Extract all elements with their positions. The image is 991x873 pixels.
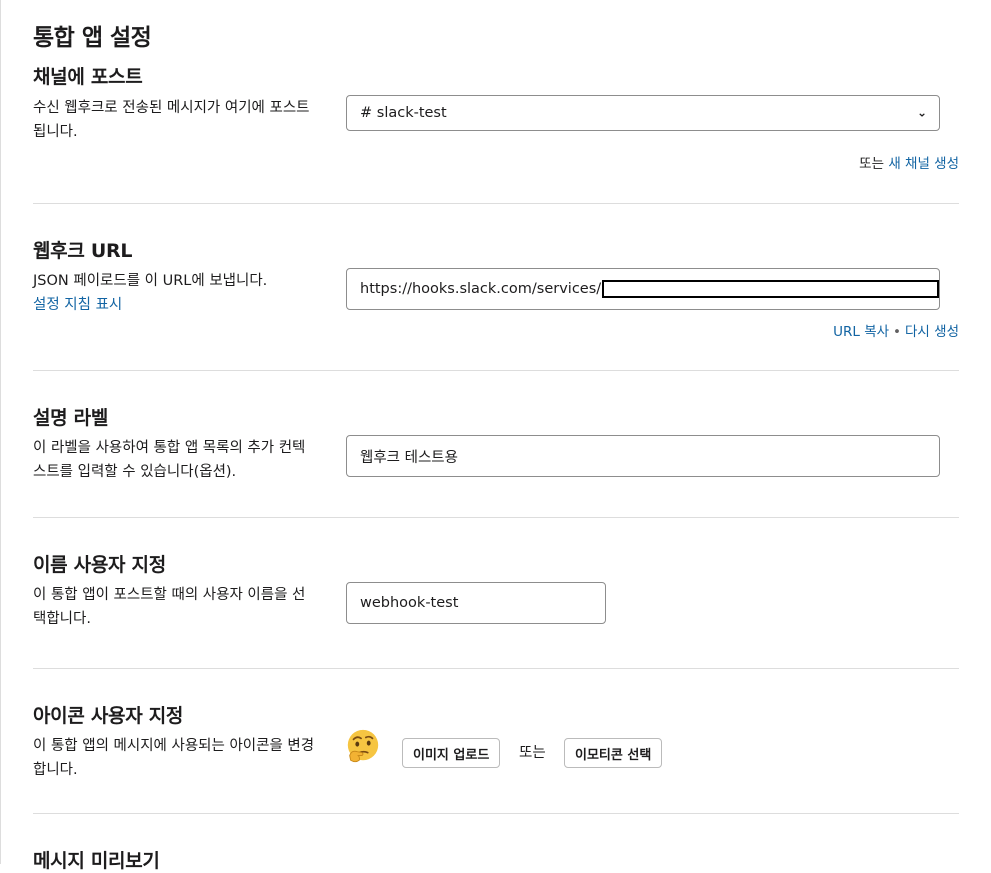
post-to-channel-description: 수신 웹후크로 전송된 메시지가 여기에 포스트됩니다. <box>33 100 310 140</box>
custom-name-description: 이 통합 앱이 포스트할 때의 사용자 이름을 선택합니다. <box>33 587 306 627</box>
channel-select[interactable]: # slack-test ⌄ <box>346 95 940 131</box>
custom-name-input[interactable]: webhook-test <box>346 582 606 624</box>
create-channel-row: 또는 새 채널 생성 <box>859 152 959 172</box>
setup-instructions-link[interactable]: 설정 지침 표시 <box>33 297 122 313</box>
post-to-channel-heading: 채널에 포스트 <box>33 66 143 88</box>
regenerate-link[interactable]: 다시 생성 <box>905 324 959 340</box>
webhook-url-heading: 웹후크 URL <box>33 240 133 262</box>
channel-select-value: # slack-test <box>360 105 447 121</box>
upload-image-button[interactable]: 이미지 업로드 <box>402 738 501 768</box>
divider <box>33 370 959 371</box>
redacted-token <box>602 280 939 298</box>
divider <box>33 668 959 669</box>
webhook-url-field[interactable]: https://hooks.slack.com/services/ <box>346 268 940 310</box>
or-text: 또는 <box>859 156 885 172</box>
custom-icon-heading: 아이콘 사용자 지정 <box>33 705 184 727</box>
divider <box>33 203 959 204</box>
divider <box>33 517 959 518</box>
webhook-url-value: https://hooks.slack.com/services/ <box>360 281 602 297</box>
descriptive-label-value: 웹후크 테스트용 <box>360 449 458 466</box>
choose-emoji-button[interactable]: 이모티콘 선택 <box>564 738 663 768</box>
separator-dot: • <box>893 324 902 340</box>
thinking-face-icon <box>347 729 379 763</box>
custom-name-value: webhook-test <box>360 595 459 611</box>
descriptive-label-input[interactable]: 웹후크 테스트용 <box>346 435 940 477</box>
chevron-down-icon: ⌄ <box>916 105 927 120</box>
custom-icon-description: 이 통합 앱의 메시지에 사용되는 아이콘을 변경합니다. <box>33 738 315 778</box>
webhook-url-description: JSON 페이로드를 이 URL에 보냅니다. 설정 지침 표시 <box>33 269 318 317</box>
descriptive-label-description: 이 라벨을 사용하여 통합 앱 목록의 추가 컨텍스트를 입력할 수 있습니다(… <box>33 440 306 480</box>
copy-url-link[interactable]: URL 복사 <box>833 324 889 340</box>
divider <box>33 813 959 814</box>
create-channel-link[interactable]: 새 채널 생성 <box>888 156 959 172</box>
message-preview-heading: 메시지 미리보기 <box>33 850 160 872</box>
or-text: 또는 <box>519 745 546 761</box>
custom-name-heading: 이름 사용자 지정 <box>33 554 166 576</box>
descriptive-label-heading: 설명 라벨 <box>33 407 109 429</box>
webhook-url-actions: URL 복사 • 다시 생성 <box>833 320 959 340</box>
webhook-url-description-text: JSON 페이로드를 이 URL에 보냅니다. <box>33 273 268 289</box>
left-border <box>0 0 1 864</box>
page-title: 통합 앱 설정 <box>33 25 152 51</box>
